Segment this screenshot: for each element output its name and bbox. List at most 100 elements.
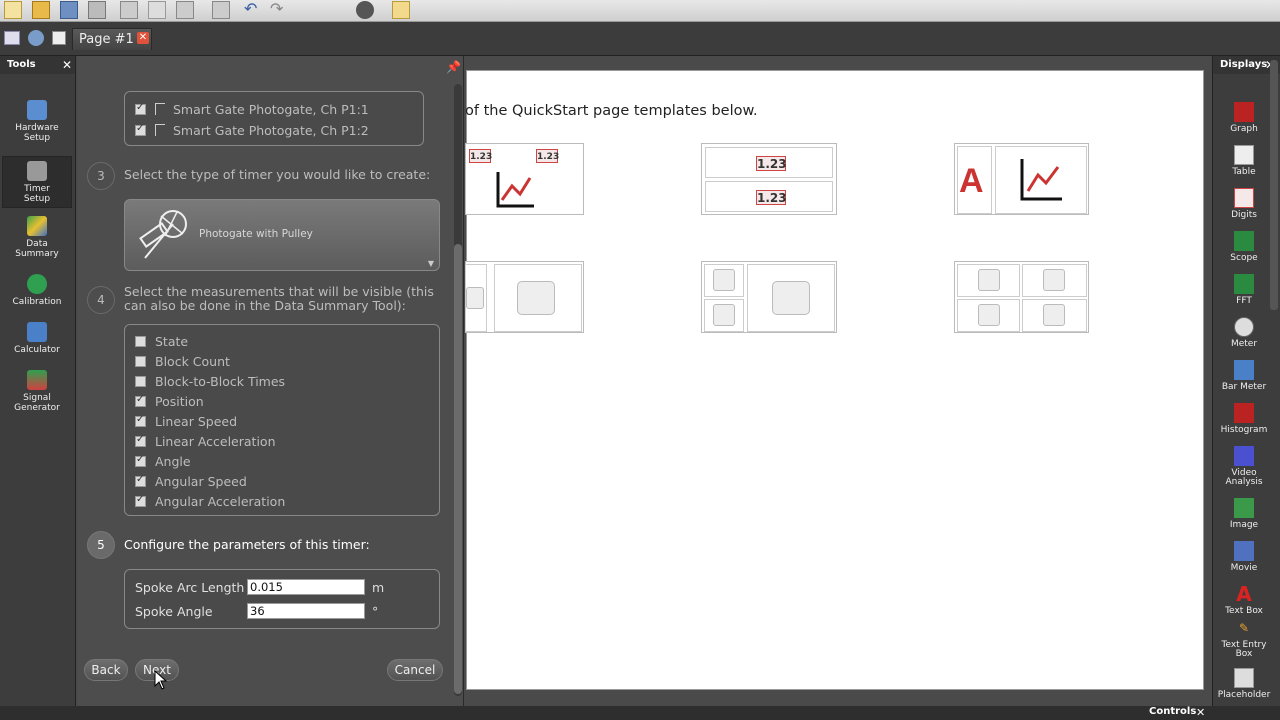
measurement-row[interactable]: Position bbox=[135, 392, 204, 410]
pin-icon[interactable]: 📌 bbox=[446, 60, 461, 74]
display-label: Text Box bbox=[1225, 606, 1263, 616]
measurement-row[interactable]: Linear Acceleration bbox=[135, 432, 276, 450]
measurement-checkbox[interactable] bbox=[135, 434, 146, 447]
setup-scrollbar[interactable] bbox=[454, 84, 462, 696]
placeholder-icon bbox=[978, 304, 1000, 326]
open-folder-icon[interactable] bbox=[32, 1, 50, 19]
photogate-icon bbox=[155, 124, 165, 136]
scroll-thumb[interactable] bbox=[454, 244, 462, 694]
template-cell bbox=[704, 264, 744, 297]
image-icon bbox=[1234, 498, 1254, 518]
page-icon[interactable] bbox=[52, 31, 66, 45]
measurement-checkbox[interactable] bbox=[135, 474, 146, 487]
tool-timer-setup[interactable]: Timer Setup bbox=[2, 156, 72, 208]
sensor-label: Smart Gate Photogate, Ch P1:2 bbox=[173, 122, 369, 138]
measurement-checkbox[interactable] bbox=[135, 454, 146, 467]
sensor-checkbox[interactable] bbox=[135, 102, 146, 115]
display-text-box[interactable]: A Text Box bbox=[1213, 584, 1275, 616]
gear-icon[interactable] bbox=[28, 30, 44, 46]
displays-scrollbar[interactable] bbox=[1270, 60, 1278, 310]
template-4-placeholders[interactable] bbox=[954, 261, 1089, 333]
measurement-row[interactable]: Block Count bbox=[135, 352, 230, 370]
display-label: Table bbox=[1232, 167, 1256, 177]
display-histogram[interactable]: Histogram bbox=[1213, 403, 1275, 435]
display-table[interactable]: Table bbox=[1213, 145, 1275, 177]
notes-icon[interactable] bbox=[392, 1, 410, 19]
measurement-row[interactable]: Angular Speed bbox=[135, 472, 247, 490]
measurement-checkbox[interactable] bbox=[135, 375, 146, 387]
dropdown-arrow-icon: ▼ bbox=[427, 259, 434, 268]
display-label: FFT bbox=[1236, 296, 1252, 306]
param-label: Spoke Arc Length bbox=[135, 579, 245, 595]
digits-icon: 1.23 bbox=[756, 190, 787, 205]
tool-label: Setup bbox=[23, 133, 51, 143]
cancel-button[interactable]: Cancel bbox=[387, 659, 443, 681]
display-digits[interactable]: Digits bbox=[1213, 188, 1275, 220]
display-scope[interactable]: Scope bbox=[1213, 231, 1275, 263]
sensor-row[interactable]: Smart Gate Photogate, Ch P1:1 bbox=[135, 100, 369, 118]
delete-icon[interactable] bbox=[212, 1, 230, 19]
copy-icon[interactable] bbox=[148, 1, 166, 19]
close-icon[interactable]: ✕ bbox=[1196, 706, 1205, 719]
tool-signal-generator[interactable]: Signal Generator bbox=[2, 370, 72, 413]
digits-icon: 1.23 bbox=[469, 149, 492, 163]
new-file-icon[interactable] bbox=[4, 1, 22, 19]
display-text-entry-box[interactable]: ✎ Text Entry Box bbox=[1213, 622, 1275, 659]
measurement-row[interactable]: Angular Acceleration bbox=[135, 492, 285, 510]
display-video-analysis[interactable]: Video Analysis bbox=[1213, 446, 1275, 487]
display-meter[interactable]: Meter bbox=[1213, 317, 1275, 349]
tool-calculator[interactable]: Calculator bbox=[2, 322, 72, 355]
placeholder-icon bbox=[517, 281, 555, 315]
display-image[interactable]: Image bbox=[1213, 498, 1275, 530]
param-label: Spoke Angle bbox=[135, 603, 213, 619]
tool-hardware-setup[interactable]: Hardware Setup bbox=[2, 100, 72, 143]
tool-label: Summary bbox=[15, 249, 59, 259]
tab-page-1[interactable]: Page #1 ✕ bbox=[72, 28, 152, 50]
template-2-digits[interactable]: 1.23 1.23 bbox=[701, 143, 837, 215]
spoke-arc-length-input[interactable] bbox=[247, 579, 365, 595]
display-placeholder[interactable]: Placeholder bbox=[1213, 668, 1275, 700]
measurement-checkbox[interactable] bbox=[135, 494, 146, 507]
template-cell bbox=[957, 299, 1020, 332]
sensor-row[interactable]: Smart Gate Photogate, Ch P1:2 bbox=[135, 121, 369, 139]
param-unit: ° bbox=[372, 603, 379, 619]
display-fft[interactable]: FFT bbox=[1213, 274, 1275, 306]
back-button[interactable]: Back bbox=[84, 659, 128, 681]
timer-type-select[interactable]: Photogate with Pulley ▼ bbox=[124, 199, 440, 271]
template-text-graph[interactable]: A bbox=[954, 143, 1089, 215]
measurement-row[interactable]: Angle bbox=[135, 452, 191, 470]
save-icon[interactable] bbox=[60, 1, 78, 19]
paste-icon[interactable] bbox=[176, 1, 194, 19]
measurement-checkbox[interactable] bbox=[135, 335, 146, 347]
graph-icon bbox=[1234, 102, 1254, 122]
measurement-row[interactable]: State bbox=[135, 332, 188, 350]
redo-icon[interactable]: ↷ bbox=[270, 1, 288, 19]
template-3-placeholders[interactable] bbox=[701, 261, 837, 333]
measurement-label: Block Count bbox=[155, 353, 230, 369]
measurement-list: State Block Count Block-to-Block Times P… bbox=[124, 324, 440, 516]
measurement-checkbox[interactable] bbox=[135, 414, 146, 427]
print-icon[interactable] bbox=[88, 1, 106, 19]
text-box-icon: A bbox=[959, 162, 984, 200]
cut-icon[interactable] bbox=[120, 1, 138, 19]
sensor-checkbox[interactable] bbox=[135, 123, 146, 136]
display-graph[interactable]: Graph bbox=[1213, 102, 1275, 134]
tool-data-summary[interactable]: Data Summary bbox=[2, 216, 72, 259]
display-bar-meter[interactable]: Bar Meter bbox=[1213, 360, 1275, 392]
measurement-checkbox[interactable] bbox=[135, 394, 146, 407]
close-icon[interactable]: ✕ bbox=[137, 32, 149, 44]
mouse-cursor-icon bbox=[154, 670, 168, 690]
close-icon[interactable]: ✕ bbox=[62, 58, 72, 72]
spoke-angle-input[interactable] bbox=[247, 603, 365, 619]
tool-calibration[interactable]: Calibration bbox=[2, 274, 72, 307]
display-movie[interactable]: Movie bbox=[1213, 541, 1275, 573]
template-2-placeholders[interactable] bbox=[465, 261, 584, 333]
undo-icon[interactable]: ↶ bbox=[244, 1, 262, 19]
camera-icon[interactable] bbox=[356, 1, 374, 19]
window-icon[interactable] bbox=[4, 31, 20, 45]
measurement-row[interactable]: Block-to-Block Times bbox=[135, 372, 285, 390]
measurement-row[interactable]: Linear Speed bbox=[135, 412, 237, 430]
measurement-checkbox[interactable] bbox=[135, 355, 146, 367]
template-2-digits-graph[interactable]: 1.23 1.23 bbox=[465, 143, 584, 215]
tab-bar: Page #1 ✕ bbox=[0, 22, 1280, 56]
